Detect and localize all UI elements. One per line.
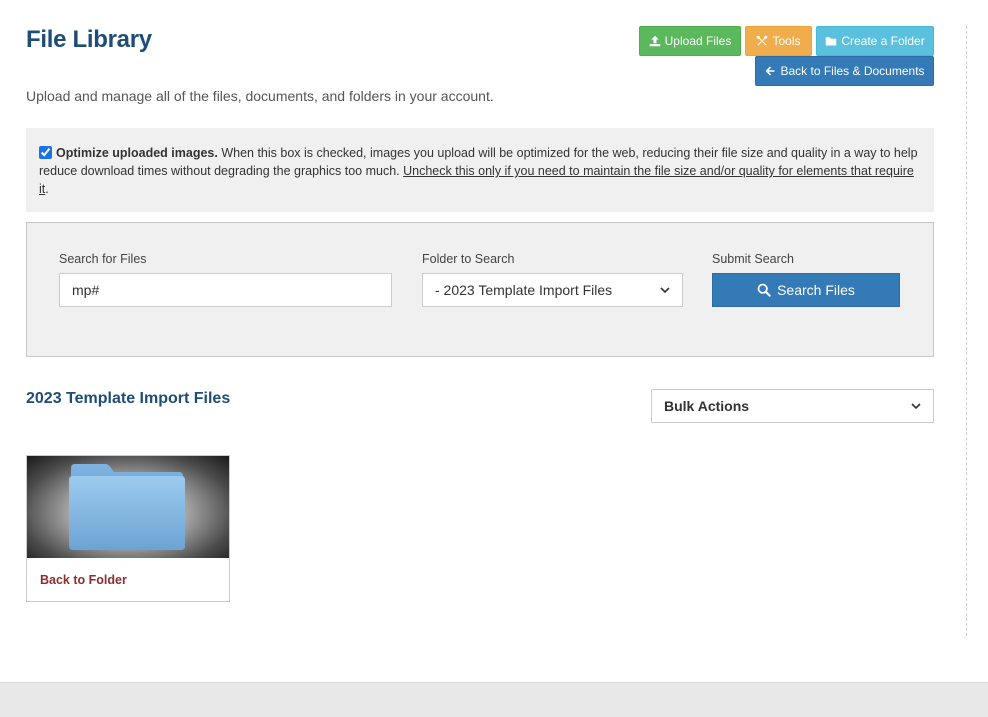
folder-icon xyxy=(69,464,185,550)
arrow-left-icon xyxy=(765,66,775,76)
folder-icon xyxy=(826,37,837,46)
tools-label: Tools xyxy=(772,34,801,48)
search-files-label: Search Files xyxy=(777,282,855,298)
optimize-notice: Optimize uploaded images. When this box … xyxy=(26,128,934,212)
back-to-folder-card[interactable]: Back to Folder xyxy=(26,455,230,602)
back-to-files-button[interactable]: Back to Files & Documents xyxy=(755,56,934,86)
divider xyxy=(966,26,967,636)
create-folder-label: Create a Folder xyxy=(841,34,925,48)
section-title: 2023 Template Import Files xyxy=(26,390,231,407)
search-input[interactable] xyxy=(59,273,392,307)
optimize-label: Optimize uploaded images. xyxy=(56,146,218,160)
page-subtitle: Upload and manage all of the files, docu… xyxy=(26,88,494,104)
bulk-actions-value: Bulk Actions xyxy=(664,398,750,414)
folder-label: Folder to Search xyxy=(422,252,515,266)
upload-files-button[interactable]: Upload Files xyxy=(639,26,741,56)
optimize-end: . xyxy=(45,182,49,196)
tools-button[interactable]: Tools xyxy=(745,26,812,56)
search-files-button[interactable]: Search Files xyxy=(712,273,900,307)
wrench-icon xyxy=(757,35,768,46)
page-footer xyxy=(0,682,988,717)
upload-icon xyxy=(649,35,660,47)
back-to-files-label: Back to Files & Documents xyxy=(780,64,925,78)
upload-files-label: Upload Files xyxy=(664,34,732,48)
submit-label: Submit Search xyxy=(712,252,794,266)
folder-thumbnail[interactable] xyxy=(27,456,229,558)
search-label: Search for Files xyxy=(59,252,147,266)
back-to-folder-link[interactable]: Back to Folder xyxy=(40,573,127,587)
search-icon xyxy=(757,283,771,297)
folder-select[interactable]: - 2023 Template Import Files xyxy=(422,273,683,307)
chevron-down-icon xyxy=(911,403,921,410)
bulk-actions-select[interactable]: Bulk Actions xyxy=(651,389,934,423)
chevron-down-icon xyxy=(660,287,670,294)
search-panel: Search for Files Folder to Search - 2023… xyxy=(26,222,934,357)
create-folder-button[interactable]: Create a Folder xyxy=(816,26,934,56)
page-title: File Library xyxy=(26,26,152,53)
folder-select-value: - 2023 Template Import Files xyxy=(435,282,613,298)
optimize-images-checkbox[interactable] xyxy=(39,146,52,159)
